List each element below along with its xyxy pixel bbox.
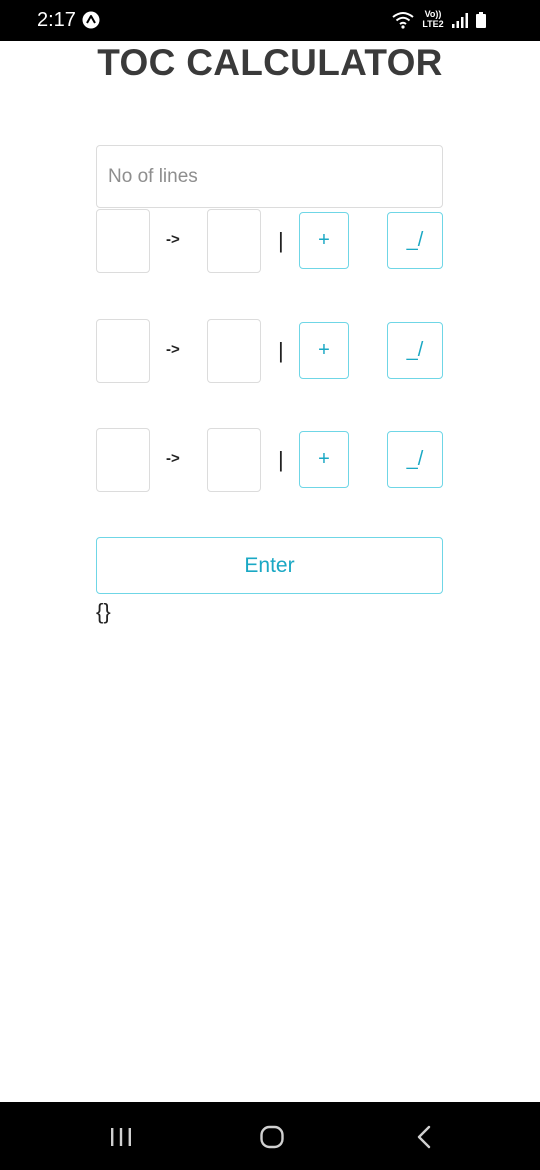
status-time: 2:17 <box>37 9 76 31</box>
rule-arrow: -> <box>166 450 180 467</box>
lines-count-input[interactable] <box>96 145 443 208</box>
wifi-icon <box>392 12 414 29</box>
production-rule-row-1: -> | + _/ <box>0 209 540 273</box>
epsilon-button[interactable]: _/ <box>387 431 443 488</box>
epsilon-button[interactable]: _/ <box>387 212 443 269</box>
home-button[interactable] <box>252 1122 292 1152</box>
rule-right-input[interactable] <box>207 428 261 492</box>
volte-label-top: Vo)) <box>424 9 442 19</box>
production-rule-row-2: -> | + _/ <box>0 319 540 383</box>
rule-right-input[interactable] <box>207 209 261 273</box>
rule-arrow: -> <box>166 341 180 358</box>
add-alternative-button[interactable]: + <box>299 322 349 379</box>
app-screen: 2:17 Vo)) LTE2 TOC CALCULATOR No of line… <box>0 0 540 1170</box>
battery-icon <box>476 12 486 28</box>
recent-apps-button[interactable] <box>101 1122 141 1152</box>
rule-pipe-separator: | <box>278 338 284 363</box>
rule-arrow: -> <box>166 231 180 248</box>
app-notification-icon <box>82 11 100 29</box>
result-output: {} <box>96 599 111 624</box>
production-rule-row-3: -> | + _/ <box>0 428 540 492</box>
volte-label-bottom: LTE2 <box>422 19 444 29</box>
rule-pipe-separator: | <box>278 228 284 253</box>
rule-left-input[interactable] <box>96 209 150 273</box>
back-icon <box>417 1125 431 1149</box>
rule-pipe-separator: | <box>278 447 284 472</box>
add-alternative-button[interactable]: + <box>299 431 349 488</box>
page-title: TOC CALCULATOR <box>97 42 443 83</box>
rule-left-input[interactable] <box>96 428 150 492</box>
volte-indicator: Vo)) LTE2 <box>416 9 450 29</box>
add-alternative-button[interactable]: + <box>299 212 349 269</box>
enter-button[interactable]: Enter <box>96 537 443 594</box>
signal-strength-icon <box>452 13 468 28</box>
navigation-bar <box>0 1102 540 1170</box>
rule-left-input[interactable] <box>96 319 150 383</box>
recent-apps-icon <box>111 1128 131 1146</box>
rule-right-input[interactable] <box>207 319 261 383</box>
home-icon <box>260 1125 284 1149</box>
back-button[interactable] <box>404 1122 444 1152</box>
status-bar: 2:17 Vo)) LTE2 <box>0 0 540 41</box>
epsilon-button[interactable]: _/ <box>387 322 443 379</box>
